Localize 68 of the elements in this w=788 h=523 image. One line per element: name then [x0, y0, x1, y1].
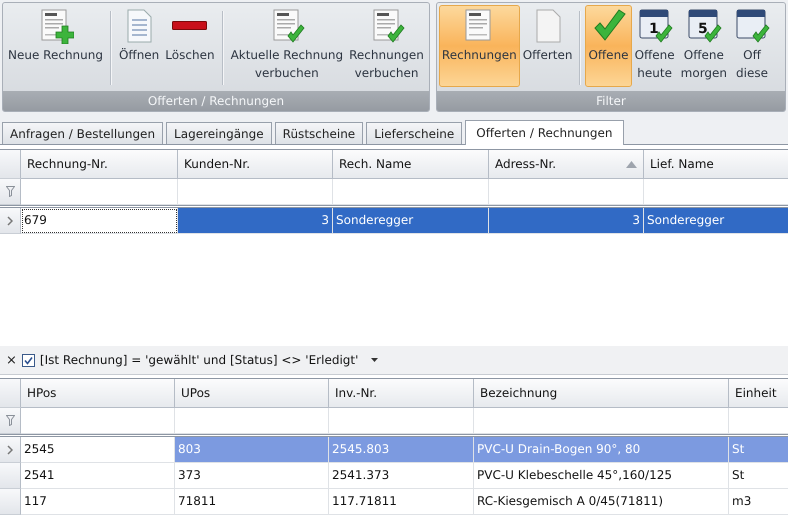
column-header[interactable]: Einheit [729, 379, 788, 408]
row-indicator-icon [7, 216, 13, 226]
ribbon-button[interactable]: Löschen [162, 5, 218, 87]
ribbon-button[interactable]: Rechnungen verbuchen [346, 5, 427, 87]
group-title: Offerten / Rechnungen [3, 91, 429, 111]
table-cell: PVC-U Drain-Bogen 90°, 80 [474, 437, 729, 463]
table-cell: 117.71811 [329, 489, 474, 515]
filter-icon [6, 415, 14, 426]
column-header[interactable]: Rechnung-Nr. [21, 150, 178, 179]
checkbox[interactable] [22, 354, 35, 366]
row-indicator-icon [7, 444, 13, 454]
tab[interactable]: Lagereingänge [166, 122, 272, 144]
tab[interactable]: Anfragen / Bestellungen [2, 122, 164, 144]
ribbon-button[interactable]: Rechnungen [438, 5, 520, 87]
table-cell: 2545.803 [329, 437, 474, 463]
tab[interactable]: Lieferscheine [366, 122, 462, 144]
table-cell: St [729, 463, 788, 489]
table-cell: 373 [175, 463, 329, 489]
table-cell: 679 [21, 208, 178, 234]
tab[interactable]: Rüstscheine [274, 122, 364, 144]
table-cell: PVC-U Klebeschelle 45°,160/125 [474, 463, 729, 489]
ribbon-button[interactable]: Neue Rechnung [5, 5, 106, 87]
table-cell: 3 [489, 208, 644, 234]
dropdown-caret-icon[interactable] [371, 358, 378, 362]
table-cell: RC-Kiesgemisch A 0/45(71811) [474, 489, 729, 515]
filter-cell[interactable] [21, 179, 178, 205]
table-cell: m3 [729, 489, 788, 515]
table-cell: Sonderegger [644, 208, 788, 234]
column-header[interactable]: Kunden-Nr. [178, 150, 333, 179]
table-cell: 117 [21, 489, 175, 515]
row-header[interactable] [0, 489, 21, 515]
filter-icon [6, 186, 14, 197]
close-button[interactable]: × [6, 352, 17, 368]
column-header[interactable]: Lief. Name [644, 150, 788, 179]
tab[interactable]: Offerten / Rechnungen [465, 120, 624, 145]
column-header[interactable]: UPos [175, 379, 329, 408]
row-header[interactable] [0, 208, 21, 234]
column-header[interactable]: Bezeichnung [474, 379, 729, 408]
ribbon-button[interactable]: Aktuelle Rechnung verbuchen [228, 5, 346, 87]
filter-expression: [Ist Rechnung] = 'gewählt' und [Status] <> 'Erledigt' [40, 353, 358, 367]
ribbon-button[interactable]: Öffnen [116, 5, 162, 87]
filter-cell[interactable] [489, 179, 644, 205]
column-header[interactable]: HPos [21, 379, 175, 408]
table-cell: 803 [175, 437, 329, 463]
ribbon-button[interactable]: Offene [585, 5, 632, 87]
table-cell: 2541.373 [329, 463, 474, 489]
column-header[interactable]: Adress-Nr. [489, 150, 644, 179]
minus-icon [172, 21, 208, 30]
table-cell: 2541 [21, 463, 175, 489]
group-title: Filter [436, 91, 785, 111]
filter-cell[interactable] [329, 408, 474, 434]
row-header[interactable] [0, 463, 21, 489]
ribbon-button[interactable]: Offerten [520, 5, 576, 87]
table-cell: Sonderegger [333, 208, 489, 234]
column-header[interactable]: Rech. Name [333, 150, 489, 179]
ribbon-button[interactable]: 5 Offene morgen [678, 5, 730, 87]
table-cell: 71811 [175, 489, 329, 515]
column-header[interactable]: Inv.-Nr. [329, 379, 474, 408]
filter-cell[interactable] [21, 408, 175, 434]
table-cell: St [729, 437, 788, 463]
row-header[interactable] [0, 437, 21, 463]
filter-cell[interactable] [333, 179, 489, 205]
filter-cell[interactable] [178, 179, 333, 205]
filter-cell[interactable] [474, 408, 729, 434]
filter-cell[interactable] [175, 408, 329, 434]
ribbon-button[interactable]: 1 Offene heute [632, 5, 678, 87]
table-cell: 3 [178, 208, 333, 234]
ribbon-button[interactable]: Off diese [730, 5, 774, 87]
